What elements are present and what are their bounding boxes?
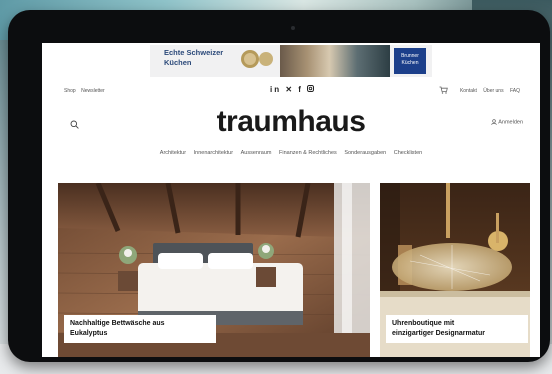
camera-dot (291, 26, 295, 30)
award-badge-icon (241, 50, 273, 68)
instagram-icon[interactable] (307, 85, 315, 94)
ad-banner[interactable]: Echte Schweizer Küchen Brunner Küchen (150, 45, 432, 77)
nav-checklisten[interactable]: Checklisten (394, 150, 422, 156)
faq-link[interactable]: FAQ (510, 88, 520, 94)
caption-line-1: Nachhaltige Bettwäsche aus (70, 320, 165, 327)
shop-link[interactable]: Shop (64, 88, 76, 94)
tablet-device: Echte Schweizer Küchen Brunner Küchen Sh… (8, 10, 550, 362)
ad-headline: Echte Schweizer Küchen (164, 48, 223, 68)
tablet-screen: Echte Schweizer Küchen Brunner Küchen Sh… (42, 43, 540, 357)
article-card-bedroom[interactable]: Nachhaltige Bettwäsche aus Eukalyptus (58, 183, 370, 357)
ad-headline-line2: Küchen (164, 58, 192, 67)
nav-finanzen[interactable]: Finanzen & Rechtliches (279, 150, 337, 156)
article-card-basin[interactable]: Uhrenboutique mit einzigartiger Designar… (380, 183, 530, 357)
caption-line-2: Eukalyptus (70, 330, 108, 337)
main-nav: Architektur Innenarchitektur Aussenraum … (42, 150, 540, 156)
nav-sonderausgaben[interactable]: Sonderausgaben (344, 150, 386, 156)
about-link[interactable]: Über uns (483, 88, 503, 94)
nav-architektur[interactable]: Architektur (160, 150, 186, 156)
ad-brand-logo: Brunner Küchen (394, 48, 426, 74)
article-title-bedroom[interactable]: Nachhaltige Bettwäsche aus Eukalyptus (64, 315, 216, 343)
ad-brand-line1: Brunner (401, 53, 419, 59)
login-label: Anmelden (498, 119, 524, 126)
util-links-right: Kontakt Über uns FAQ (455, 88, 520, 94)
site-logo[interactable]: traumhaus (42, 105, 540, 139)
newsletter-link[interactable]: Newsletter (81, 88, 105, 94)
article-title-basin[interactable]: Uhrenboutique mit einzigartiger Designar… (386, 315, 528, 343)
facebook-icon[interactable]: f (298, 85, 303, 94)
ad-kitchen-photo (280, 45, 390, 77)
contact-link[interactable]: Kontakt (460, 88, 477, 94)
ad-headline-line1: Echte Schweizer (164, 48, 224, 57)
user-icon (491, 119, 497, 125)
ad-brand-line2: Küchen (401, 60, 419, 66)
util-links-left: Shop Newsletter (64, 88, 109, 94)
caption-line-1: Uhrenboutique mit (392, 320, 455, 327)
caption-line-2: einzigartiger Designarmatur (392, 330, 485, 337)
login-link[interactable]: Anmelden (491, 119, 523, 125)
nav-innenarchitektur[interactable]: Innenarchitektur (194, 150, 233, 156)
linkedin-icon[interactable]: in (270, 85, 281, 94)
social-links: in ✕ f (270, 85, 315, 94)
x-icon[interactable]: ✕ (285, 85, 294, 94)
cart-icon[interactable] (439, 86, 448, 94)
nav-aussenraum[interactable]: Aussenraum (241, 150, 272, 156)
